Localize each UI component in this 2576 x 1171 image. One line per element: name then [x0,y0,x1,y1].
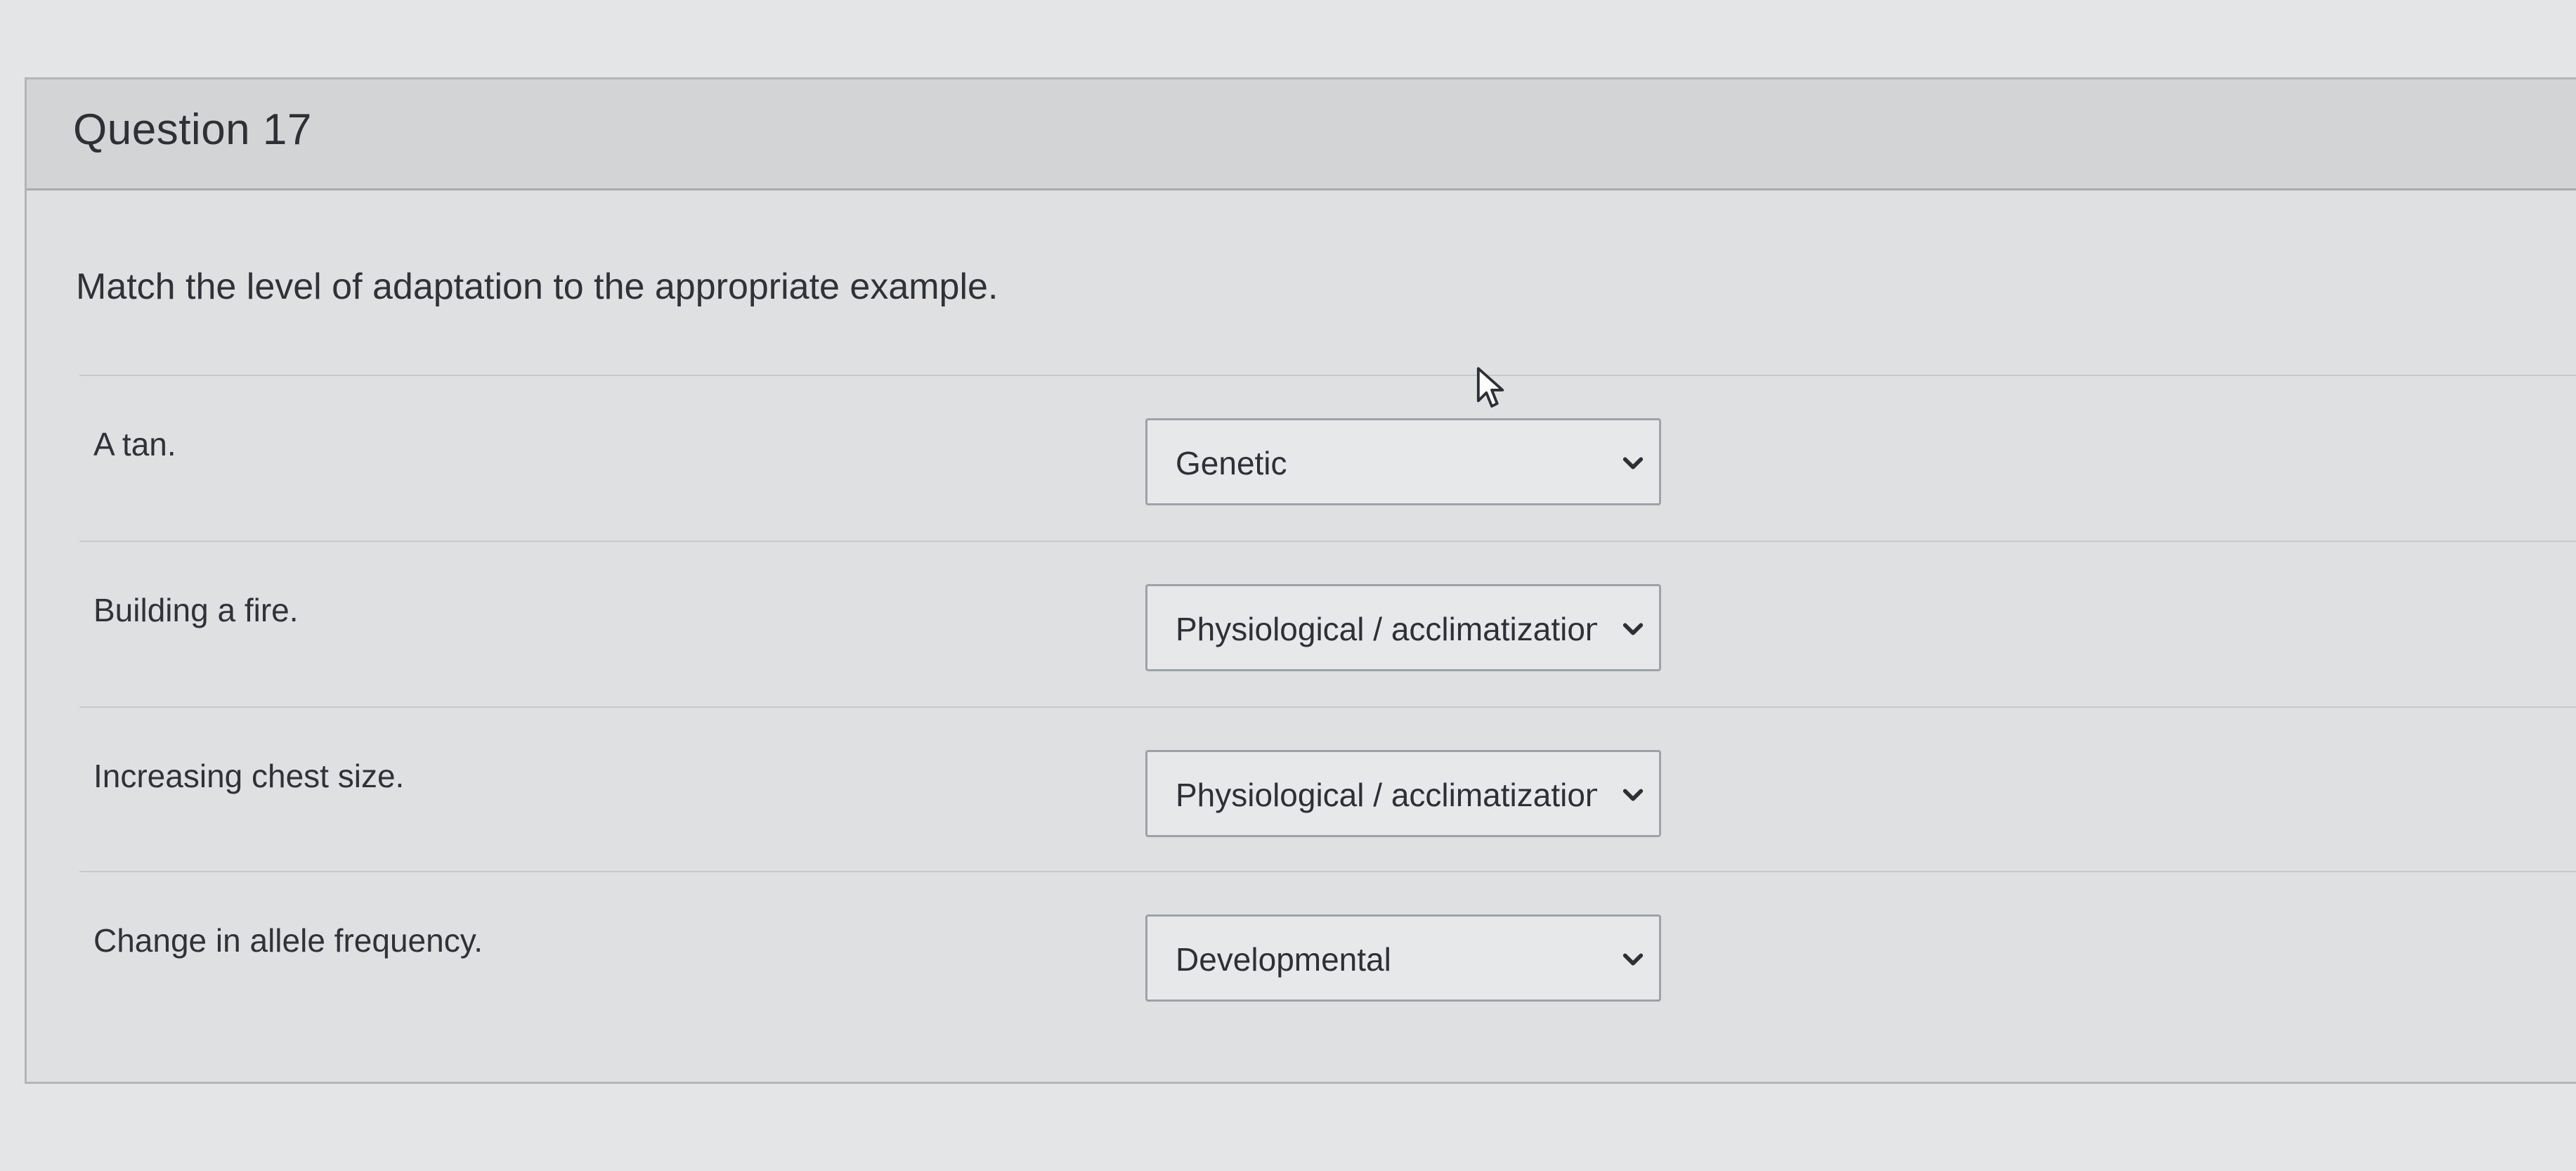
question-header: Question 17 [27,79,2576,190]
match-prompt: Change in allele frequency. [93,922,483,959]
mouse-pointer-icon [1476,367,1504,408]
quiz-page: Question 17 Match the level of adaptatio… [0,0,2576,1171]
match-answer-select[interactable]: Developmental [1145,914,1661,1002]
chevron-down-icon [1622,789,1644,801]
match-prompt: A tan. [93,426,176,462]
selected-option: Physiological / acclimatization [1176,777,1597,813]
match-prompt: Increasing chest size. [93,758,405,794]
match-answer-select[interactable]: Physiological / acclimatization [1145,584,1661,671]
question-title: Question 17 [73,105,312,154]
question-card: Question 17 Match the level of adaptatio… [25,77,2576,1084]
match-row: A tan. Genetic [27,376,2576,541]
selected-option: Developmental [1176,941,1391,978]
chevron-down-icon [1622,623,1644,635]
match-prompt: Building a fire. [93,592,299,628]
chevron-down-icon [1622,953,1644,966]
chevron-down-icon [1622,457,1644,470]
match-row: Change in allele frequency. Developmenta… [27,872,2576,1037]
match-row: Building a fire. Physiological / acclima… [27,542,2576,706]
selected-option: Physiological / acclimatization [1176,611,1597,647]
selected-option: Genetic [1176,445,1287,481]
match-row: Increasing chest size. Physiological / a… [27,708,2576,872]
question-prompt: Match the level of adaptation to the app… [76,266,998,307]
match-answer-select[interactable]: Genetic [1145,418,1661,505]
match-answer-select[interactable]: Physiological / acclimatization [1145,750,1661,837]
